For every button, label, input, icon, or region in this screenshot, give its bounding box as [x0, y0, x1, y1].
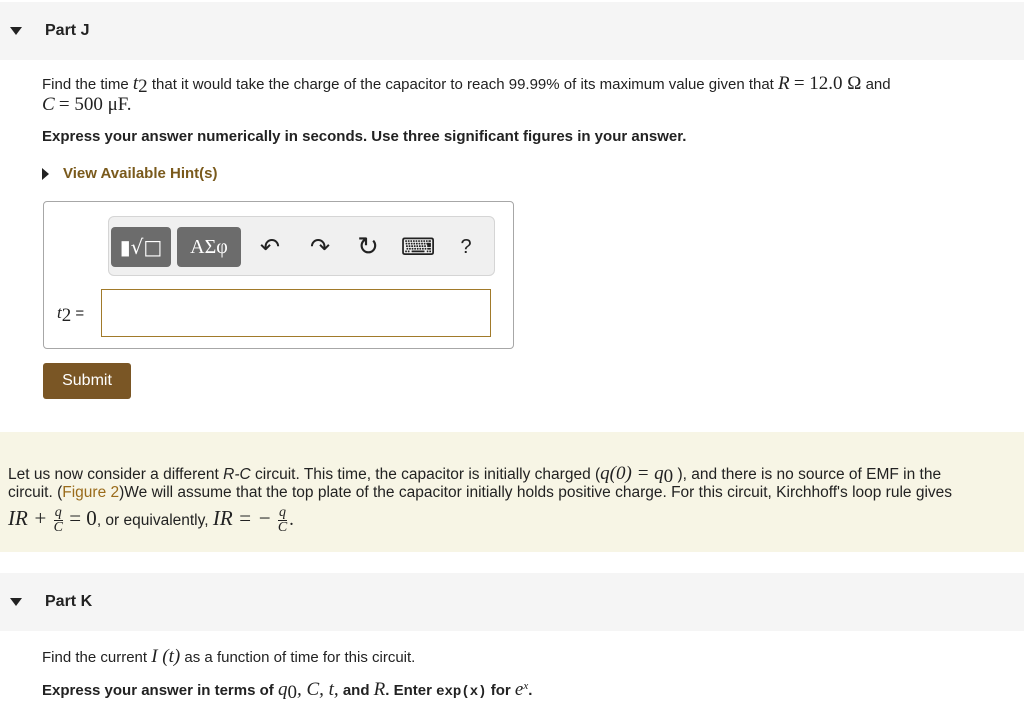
view-hints-link[interactable]: View Available Hint(s) [63, 165, 218, 182]
part-k-instruction: Express your answer in terms of q0, C, t… [42, 679, 533, 703]
figure-2-link[interactable]: Figure 2 [62, 484, 119, 501]
undo-icon[interactable]: ↶ [255, 231, 285, 263]
greek-symbols-button[interactable]: ΑΣφ [177, 227, 241, 267]
answer-box: ▮√□ ΑΣφ ↶ ↷ ↻ ⌨ ? t2 = [43, 201, 514, 349]
redo-icon[interactable]: ↷ [305, 231, 335, 263]
triangle-down-icon[interactable] [10, 27, 22, 35]
triangle-down-icon[interactable] [10, 598, 22, 606]
part-j-header[interactable]: Part J [0, 2, 1024, 60]
view-hints-toggle[interactable]: View Available Hint(s) [42, 165, 218, 182]
part-k-title: Part K [45, 593, 93, 610]
fraction-q-over-c-2: q C [277, 505, 288, 536]
part-j-question-line1: Find the time t2 that it would take the … [42, 73, 891, 97]
part-k-question: Find the current I (t) as a function of … [42, 646, 416, 667]
reset-icon[interactable]: ↻ [353, 231, 383, 263]
context-note: Let us now consider a different R-C circ… [0, 432, 1024, 552]
templates-button[interactable]: ▮√□ [111, 227, 171, 267]
submit-button[interactable]: Submit [43, 363, 131, 399]
part-j-instruction: Express your answer numerically in secon… [42, 128, 687, 145]
help-button[interactable]: ? [454, 231, 478, 263]
note-line2: circuit. (Figure 2)We will assume that t… [8, 484, 953, 501]
answer-input[interactable] [101, 289, 491, 337]
fraction-q-over-c: q C [53, 505, 63, 536]
note-line3: IR + q C = 0, or equivalently, IR = − q … [8, 505, 294, 536]
keyboard-icon[interactable]: ⌨ [401, 231, 436, 263]
triangle-right-icon[interactable] [42, 167, 49, 180]
part-j-question-line2: C = 500 μF. [42, 94, 132, 115]
part-j-title: Part J [45, 22, 90, 39]
math-toolbar: ▮√□ ΑΣφ ↶ ↷ ↻ ⌨ ? [108, 216, 495, 276]
part-k-header[interactable]: Part K [0, 573, 1024, 631]
answer-label: t2 = [57, 303, 85, 326]
note-line1: Let us now consider a different R-C circ… [8, 463, 942, 487]
